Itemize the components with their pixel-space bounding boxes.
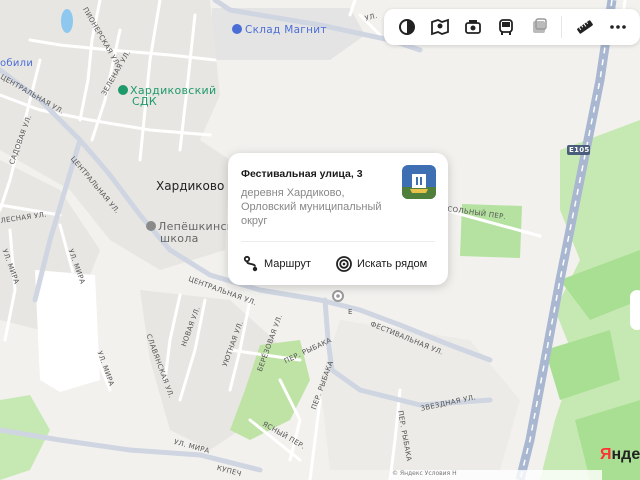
more-icon	[609, 25, 626, 29]
search-nearby-button[interactable]: Искать рядом	[335, 253, 427, 275]
panorama-button[interactable]	[423, 9, 456, 45]
traffic-button[interactable]	[522, 9, 555, 45]
place-name: Хардиково	[156, 179, 225, 193]
popup-title: Фестивальная улица, 3	[241, 168, 363, 180]
yandex-logo[interactable]: Янде	[600, 446, 640, 464]
poi-warehouse[interactable]: Склад Магнит	[232, 24, 327, 36]
popup-address: деревня Хардиково, Орловский муниципальн…	[241, 187, 382, 227]
poi-school-label-2: школа	[160, 232, 199, 245]
toolbar-separator	[561, 16, 562, 38]
pond-north	[61, 9, 73, 33]
map-toolbar	[384, 9, 640, 45]
map-canvas[interactable]: E105 Склад Магнит Хардиковский СДК Лепёш…	[0, 0, 640, 480]
map-footer: © Яндекс Условия Н	[392, 470, 602, 480]
route-icon	[243, 255, 258, 272]
address-popup: Фестивальная улица, 3 деревня Хардиково,…	[228, 153, 448, 285]
more-button[interactable]	[601, 9, 634, 45]
yandex-logo-rest: нде	[611, 446, 640, 463]
street-edge-e: Е	[348, 308, 353, 316]
highway-shield-label: E105	[569, 146, 590, 154]
panorama-icon	[430, 18, 449, 36]
layers-icon	[398, 19, 415, 35]
photo-button[interactable]	[456, 9, 489, 45]
poi-edge-left: обили	[0, 58, 34, 69]
yandex-logo-ya: Я	[600, 446, 612, 463]
poi-culture-house[interactable]: Хардиковский СДК	[118, 85, 216, 107]
transit-button[interactable]	[489, 9, 522, 45]
transit-icon	[498, 19, 513, 35]
ruler-icon	[576, 20, 593, 34]
shop-icon	[232, 24, 242, 34]
route-button[interactable]: Маршрут	[242, 253, 311, 275]
poi-warehouse-label: Склад Магнит	[245, 24, 327, 36]
layers-button[interactable]	[390, 9, 423, 45]
search-nearby-label: Искать рядом	[357, 258, 428, 270]
route-button-label: Маршрут	[264, 258, 311, 270]
poi-culture-house-label-2: СДК	[132, 95, 157, 108]
popup-divider	[241, 241, 435, 242]
search-nearby-icon	[336, 256, 352, 272]
photo-icon	[464, 20, 481, 34]
address-point-center	[336, 294, 340, 298]
side-control[interactable]	[630, 290, 640, 330]
building-icon	[118, 85, 128, 95]
ruler-button[interactable]	[568, 9, 601, 45]
traffic-icon	[532, 18, 547, 33]
copyright-text[interactable]: © Яндекс Условия Н	[392, 470, 457, 477]
coat-of-arms-image	[402, 165, 436, 199]
school-icon	[146, 221, 156, 231]
open-area	[35, 270, 100, 392]
locality-emblem-thumbnail[interactable]	[402, 165, 436, 199]
